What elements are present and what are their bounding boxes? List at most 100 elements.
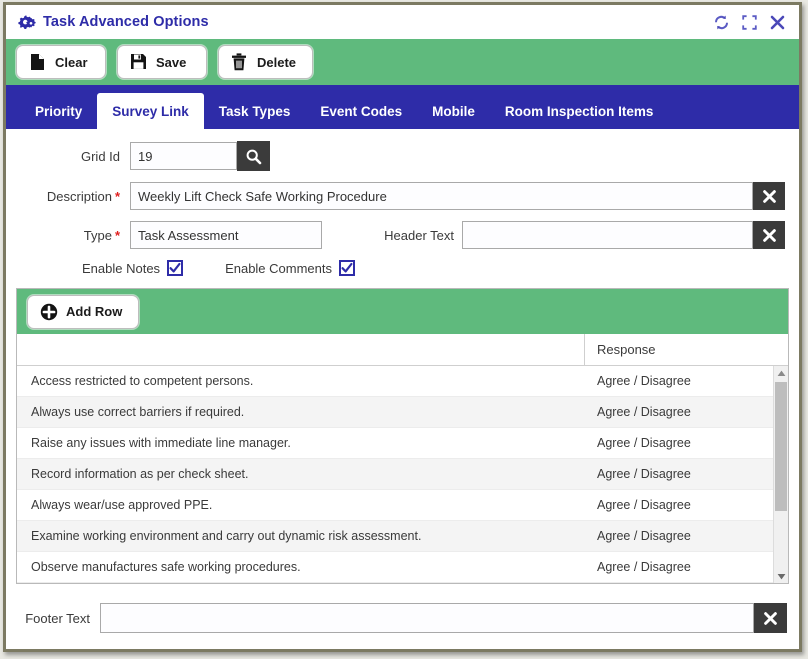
type-input[interactable]	[130, 221, 322, 249]
window-controls	[712, 13, 791, 32]
survey-items-grid: Add Row Response Access restricted to co…	[16, 288, 789, 584]
row-response-value: Agree / Disagree	[597, 467, 691, 481]
type-required-marker: *	[114, 227, 120, 243]
tab-task-types[interactable]: Task Types	[204, 93, 306, 129]
window-titlebar: Task Advanced Options	[6, 5, 799, 39]
table-row[interactable]: Always wear/use approved PPE. Agree / Di…	[17, 490, 773, 521]
enable-notes-checkbox[interactable]	[167, 260, 184, 276]
clear-button[interactable]: Clear	[16, 45, 106, 79]
header-text-input[interactable]	[462, 221, 753, 249]
tab-task-types-label: Task Types	[218, 103, 291, 119]
scrollbar-thumb[interactable]	[775, 382, 787, 511]
tab-room-inspection-items-label: Room Inspection Items	[504, 103, 654, 119]
row-item-label: Examine working environment and carry ou…	[31, 529, 422, 543]
type-header-row: Type* Header Text	[20, 221, 785, 249]
row-response-value: Agree / Disagree	[597, 560, 691, 574]
description-label: Description *	[20, 189, 120, 204]
description-required-marker: *	[114, 188, 120, 204]
row-item-label: Always wear/use approved PPE.	[31, 498, 213, 512]
description-row: Description *	[20, 182, 785, 210]
enable-comments-checkbox[interactable]	[339, 260, 356, 276]
table-row[interactable]: Access restricted to competent persons. …	[17, 366, 773, 397]
enable-notes-field[interactable]: Enable Notes	[82, 260, 184, 276]
table-row[interactable]: Record information as per check sheet. A…	[17, 459, 773, 490]
tab-priority[interactable]: Priority	[20, 93, 97, 129]
grid-id-search-button[interactable]	[237, 141, 270, 171]
row-response-value: Agree / Disagree	[597, 529, 691, 543]
grid-header-response[interactable]: Response	[585, 334, 788, 365]
table-row[interactable]: Examine working environment and carry ou…	[17, 521, 773, 552]
footer-text-clear-button[interactable]	[754, 603, 787, 633]
row-item-label: Record information as per check sheet.	[31, 467, 249, 481]
save-button-label: Save	[156, 54, 187, 70]
row-item-label: Always use correct barriers if required.	[31, 405, 245, 419]
trash-icon	[231, 53, 248, 71]
grid-toolbar: Add Row	[17, 289, 788, 334]
footer-text-row: Footer Text	[6, 591, 799, 649]
grid-header-row: Response	[17, 334, 788, 366]
survey-link-panel: Grid Id Description*	[6, 129, 799, 649]
page-icon	[29, 53, 46, 71]
tab-event-codes-label: Event Codes	[320, 103, 403, 119]
table-row[interactable]: Observe manufactures safe working proced…	[17, 552, 773, 583]
search-icon	[245, 148, 262, 165]
row-item-label: Observe manufactures safe working proced…	[31, 560, 301, 574]
tab-event-codes[interactable]: Event Codes	[305, 93, 417, 129]
tab-priority-label: Priority	[35, 103, 83, 119]
floppy-disk-icon	[130, 53, 147, 71]
tab-mobile-label: Mobile	[432, 103, 475, 119]
grid-rows: Access restricted to competent persons. …	[17, 366, 773, 583]
row-item-label: Raise any issues with immediate line man…	[31, 436, 291, 450]
header-text-label: Header Text	[384, 227, 454, 243]
description-input[interactable]	[130, 182, 753, 210]
grid-body: Access restricted to competent persons. …	[17, 366, 788, 583]
gears-icon	[18, 13, 36, 31]
scroll-up-icon[interactable]	[774, 366, 788, 380]
scroll-down-icon[interactable]	[774, 569, 788, 583]
delete-button-label: Delete	[257, 54, 297, 70]
checkmark-icon	[341, 262, 353, 273]
type-label-text: Type	[83, 227, 112, 243]
enable-comments-label: Enable Comments	[225, 260, 333, 276]
description-clear-button[interactable]	[753, 182, 785, 210]
add-row-button[interactable]: Add Row	[27, 294, 140, 329]
window-title: Task Advanced Options	[43, 14, 209, 30]
clear-x-icon	[762, 228, 777, 243]
add-row-button-label: Add Row	[66, 304, 123, 319]
enable-comments-field[interactable]: Enable Comments	[225, 260, 356, 276]
tab-mobile[interactable]: Mobile	[417, 93, 490, 129]
tab-survey-link[interactable]: Survey Link	[97, 93, 204, 129]
type-label: Type *	[20, 228, 120, 243]
toggles-row: Enable Notes Enable Comments	[20, 260, 785, 276]
row-response-value: Agree / Disagree	[597, 436, 691, 450]
row-response-value: Agree / Disagree	[597, 374, 691, 388]
table-row[interactable]: Raise any issues with immediate line man…	[17, 428, 773, 459]
grid-id-row: Grid Id	[20, 141, 785, 171]
scrollbar-track[interactable]	[774, 380, 788, 569]
row-response-value: Agree / Disagree	[597, 405, 691, 419]
checkmark-icon	[169, 262, 181, 273]
grid-header-item[interactable]	[17, 334, 585, 365]
grid-vertical-scrollbar[interactable]	[773, 366, 788, 583]
refresh-icon[interactable]	[712, 13, 731, 32]
maximize-icon[interactable]	[740, 13, 759, 32]
save-button[interactable]: Save	[117, 45, 207, 79]
delete-button[interactable]: Delete	[218, 45, 314, 79]
clear-x-icon	[762, 189, 777, 204]
header-text-clear-button[interactable]	[753, 221, 785, 249]
grid-id-input[interactable]	[130, 142, 237, 170]
table-row[interactable]: Always use correct barriers if required.…	[17, 397, 773, 428]
tab-strip: Priority Survey Link Task Types Event Co…	[6, 85, 799, 129]
footer-text-label: Footer Text	[25, 610, 90, 626]
footer-text-input[interactable]	[100, 603, 754, 633]
task-advanced-options-window: Task Advanced Options Clear Save Delete …	[3, 2, 802, 652]
tab-room-inspection-items[interactable]: Room Inspection Items	[490, 93, 669, 129]
description-label-text: Description	[46, 188, 112, 204]
plus-circle-icon	[40, 303, 58, 321]
row-response-value: Agree / Disagree	[597, 498, 691, 512]
titlebar-left: Task Advanced Options	[18, 13, 209, 31]
close-icon[interactable]	[768, 13, 787, 32]
grid-id-label: Grid Id	[80, 148, 120, 164]
form-area: Grid Id Description*	[6, 129, 799, 282]
clear-x-icon	[763, 611, 778, 626]
